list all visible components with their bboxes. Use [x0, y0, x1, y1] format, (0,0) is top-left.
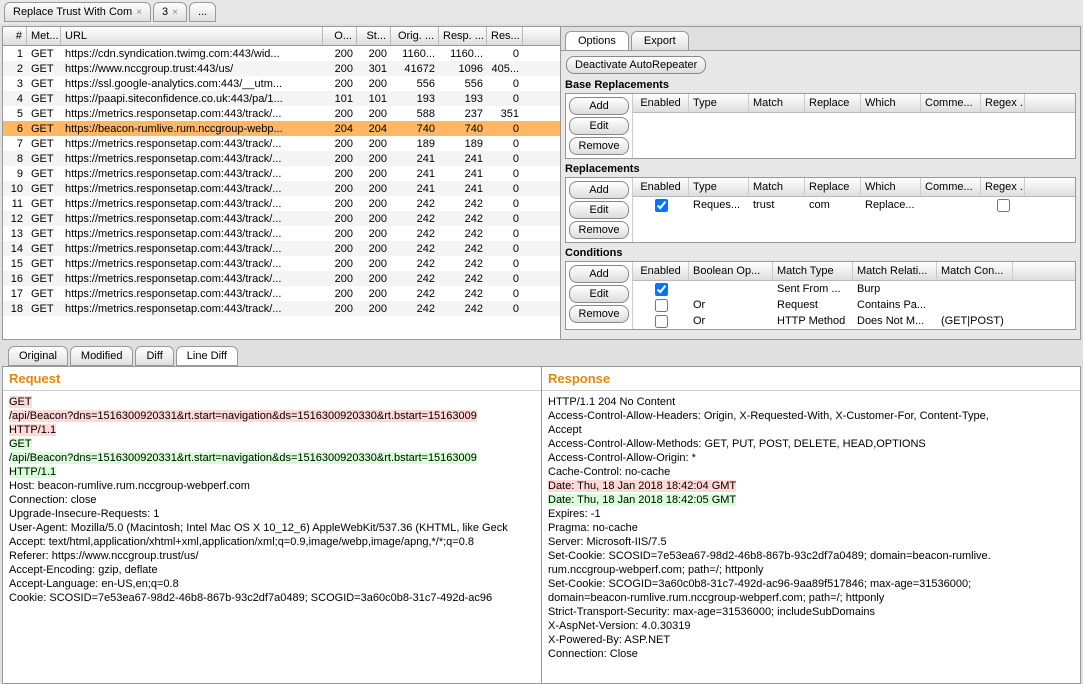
response-body[interactable]: HTTP/1.1 204 No ContentAccess-Control-Al…: [542, 391, 1080, 683]
conditions-title: Conditions: [565, 247, 1076, 259]
base-replacements-table: Add Edit Remove EnabledTypeMatchReplaceW…: [565, 93, 1076, 159]
table-row[interactable]: 5GEThttps://metrics.responsetap.com:443/…: [3, 106, 560, 121]
tab-replace-trust[interactable]: Replace Trust With Com×: [4, 2, 151, 22]
request-log-pane: # Met... URL O... St... Orig. ... Resp. …: [3, 27, 561, 339]
table-row[interactable]: 3GEThttps://ssl.google-analytics.com:443…: [3, 76, 560, 91]
response-panel: Response HTTP/1.1 204 No ContentAccess-C…: [542, 367, 1080, 683]
enabled-checkbox[interactable]: [655, 283, 668, 296]
tab-line-diff[interactable]: Line Diff: [176, 346, 238, 366]
edit-button[interactable]: Edit: [569, 201, 629, 219]
table-row[interactable]: 11GEThttps://metrics.responsetap.com:443…: [3, 196, 560, 211]
request-panel: Request GET /api/Beacon?dns=151630092033…: [3, 367, 542, 683]
table-row[interactable]: Sent From ...Burp: [633, 281, 1075, 297]
request-title: Request: [3, 367, 541, 391]
replacements-table: Add Edit Remove EnabledTypeMatchReplaceW…: [565, 177, 1076, 243]
tab-more[interactable]: ...: [189, 2, 216, 22]
tab-modified[interactable]: Modified: [70, 346, 134, 366]
table-row[interactable]: 10GEThttps://metrics.responsetap.com:443…: [3, 181, 560, 196]
table-row[interactable]: 16GEThttps://metrics.responsetap.com:443…: [3, 271, 560, 286]
response-title: Response: [542, 367, 1080, 391]
table-row[interactable]: 14GEThttps://metrics.responsetap.com:443…: [3, 241, 560, 256]
enabled-checkbox[interactable]: [655, 299, 668, 312]
table-row[interactable]: OrHTTP MethodDoes Not M...(GET|POST): [633, 313, 1075, 329]
table-row[interactable]: 9GEThttps://metrics.responsetap.com:443/…: [3, 166, 560, 181]
request-body[interactable]: GET /api/Beacon?dns=1516300920331&rt.sta…: [3, 391, 541, 683]
tab-export[interactable]: Export: [631, 31, 689, 50]
edit-button[interactable]: Edit: [569, 285, 629, 303]
tab-original[interactable]: Original: [8, 346, 68, 366]
add-button[interactable]: Add: [569, 97, 629, 115]
remove-button[interactable]: Remove: [569, 221, 629, 239]
request-log-table[interactable]: # Met... URL O... St... Orig. ... Resp. …: [3, 27, 560, 339]
tab-options[interactable]: Options: [565, 31, 629, 50]
table-row[interactable]: OrRequestContains Pa...: [633, 297, 1075, 313]
table-row[interactable]: 1GEThttps://cdn.syndication.twimg.com:44…: [3, 46, 560, 61]
top-tabs: Replace Trust With Com× 3× ...: [0, 0, 1083, 24]
add-button[interactable]: Add: [569, 181, 629, 199]
add-button[interactable]: Add: [569, 265, 629, 283]
table-row[interactable]: 17GEThttps://metrics.responsetap.com:443…: [3, 286, 560, 301]
tab-diff[interactable]: Diff: [135, 346, 173, 366]
tab-3[interactable]: 3×: [153, 2, 187, 22]
table-row[interactable]: Reques...trustcomReplace...: [633, 197, 1075, 213]
remove-button[interactable]: Remove: [569, 305, 629, 323]
edit-button[interactable]: Edit: [569, 117, 629, 135]
config-pane: Options Export Deactivate AutoRepeater B…: [561, 27, 1080, 339]
table-row[interactable]: 8GEThttps://metrics.responsetap.com:443/…: [3, 151, 560, 166]
enabled-checkbox[interactable]: [655, 315, 668, 328]
table-row[interactable]: 4GEThttps://paapi.siteconfidence.co.uk:4…: [3, 91, 560, 106]
remove-button[interactable]: Remove: [569, 137, 629, 155]
table-row[interactable]: 18GEThttps://metrics.responsetap.com:443…: [3, 301, 560, 316]
enabled-checkbox[interactable]: [655, 199, 668, 212]
table-row[interactable]: 12GEThttps://metrics.responsetap.com:443…: [3, 211, 560, 226]
replacements-title: Replacements: [565, 163, 1076, 175]
regex-checkbox[interactable]: [997, 199, 1010, 212]
table-header: # Met... URL O... St... Orig. ... Resp. …: [3, 27, 560, 46]
table-row[interactable]: 15GEThttps://metrics.responsetap.com:443…: [3, 256, 560, 271]
viewer-tabs: Original Modified Diff Line Diff: [0, 342, 1083, 366]
close-icon[interactable]: ×: [172, 7, 178, 18]
close-icon[interactable]: ×: [136, 7, 142, 18]
table-row[interactable]: 7GEThttps://metrics.responsetap.com:443/…: [3, 136, 560, 151]
base-replacements-title: Base Replacements: [565, 79, 1076, 91]
conditions-table: Add Edit Remove EnabledBoolean Op...Matc…: [565, 261, 1076, 330]
table-row[interactable]: 13GEThttps://metrics.responsetap.com:443…: [3, 226, 560, 241]
table-row[interactable]: 2GEThttps://www.nccgroup.trust:443/us/20…: [3, 61, 560, 76]
deactivate-button[interactable]: Deactivate AutoRepeater: [566, 56, 706, 74]
table-row[interactable]: 6GEThttps://beacon-rumlive.rum.nccgroup-…: [3, 121, 560, 136]
